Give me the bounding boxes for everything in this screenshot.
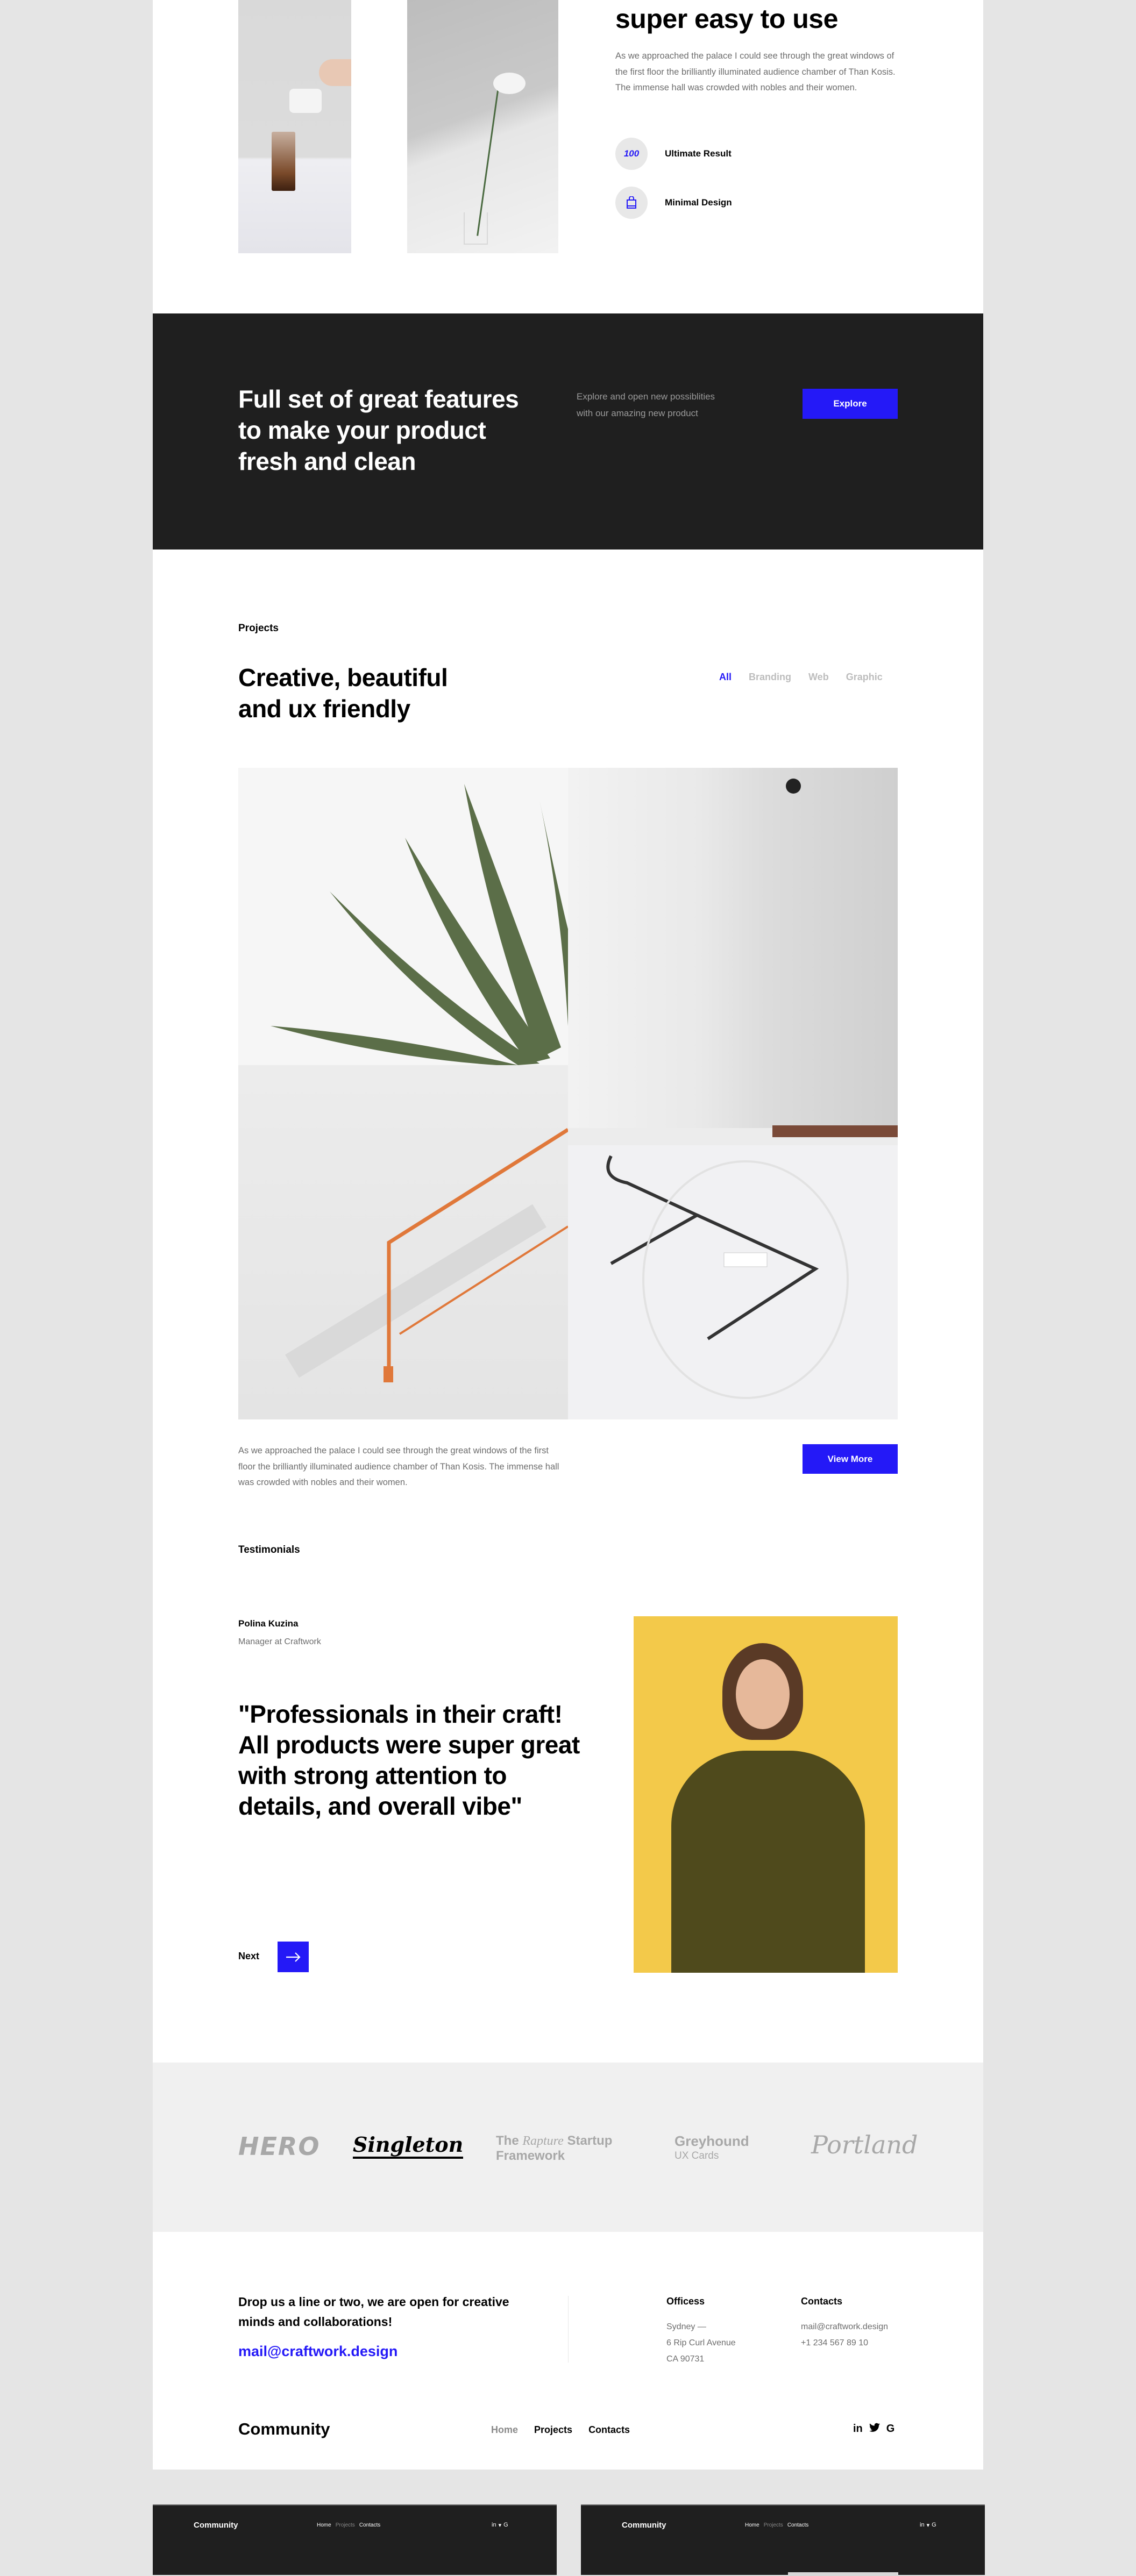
- twitter-icon[interactable]: [869, 2423, 880, 2436]
- preview-nav-home[interactable]: Home: [317, 2522, 331, 2528]
- footer-nav-projects[interactable]: Projects: [534, 2424, 572, 2436]
- preview-brand: Community: [622, 2521, 666, 2530]
- preview-input-bar: [788, 2572, 898, 2576]
- testimonial-portrait-photo: [634, 1616, 898, 1973]
- footer-nav: Home Projects Contacts: [491, 2424, 646, 2436]
- next-label: Next: [238, 1951, 260, 1961]
- project-hanger-photo[interactable]: [568, 1145, 898, 1419]
- intro-paragraph: As we approached the palace I could see …: [615, 51, 896, 92]
- contact-email-link[interactable]: mail@craftwork.design: [238, 2343, 397, 2360]
- contacts-title: Contacts: [801, 2296, 843, 2307]
- logo-rapture: The Rapture Startup Framework: [496, 2133, 613, 2163]
- twitter-icon[interactable]: ▾: [499, 2522, 502, 2529]
- projects-label: Projects: [238, 623, 279, 634]
- banner-heading-line: fresh and clean: [238, 447, 416, 475]
- banner-heading-line: to make your product: [238, 416, 486, 444]
- logo-hero: HERO: [238, 2132, 321, 2161]
- next-button[interactable]: [278, 1942, 309, 1972]
- preview-brand: Community: [194, 2521, 238, 2530]
- address-line: Sydney —: [666, 2322, 706, 2331]
- social-links: in G: [853, 2423, 894, 2436]
- offices-address: Sydney — 6 Rip Curl Avenue CA 90731: [666, 2319, 736, 2367]
- preview-nav: Home Projects Contacts: [745, 2522, 808, 2528]
- preview-nav-projects[interactable]: Projects: [764, 2522, 783, 2528]
- feature-label: Ultimate Result: [665, 148, 732, 159]
- contact-phone[interactable]: +1 234 567 89 10: [801, 2335, 888, 2351]
- preview-nav: Home Projects Contacts: [317, 2522, 380, 2528]
- linkedin-icon[interactable]: in: [853, 2423, 863, 2436]
- banner-heading: Full set of great features to make your …: [238, 383, 519, 477]
- intro-heading: super easy to use: [615, 4, 838, 34]
- project-filter-tabs: All Branding Web Graphic: [719, 672, 883, 683]
- linkedin-icon[interactable]: in: [492, 2522, 496, 2529]
- filter-tab-branding[interactable]: Branding: [749, 672, 791, 683]
- footer-nav-contacts[interactable]: Contacts: [588, 2424, 630, 2436]
- google-icon[interactable]: G: [503, 2522, 508, 2529]
- filter-tab-all[interactable]: All: [719, 672, 732, 683]
- banner-subtext-line: Explore and open new possiblities: [577, 391, 715, 402]
- projects-heading-line: and ux friendly: [238, 695, 410, 723]
- project-plant-photo[interactable]: [238, 768, 568, 1065]
- coffee-photo: [238, 0, 351, 253]
- filter-tab-graphic[interactable]: Graphic: [846, 672, 883, 683]
- hundred-points-icon: 100: [615, 138, 648, 170]
- contact-email[interactable]: mail@craftwork.design: [801, 2319, 888, 2335]
- preview-nav-contacts[interactable]: Contacts: [787, 2522, 808, 2528]
- banner-heading-line: Full set of great features: [238, 385, 519, 413]
- contact-divider: [568, 2296, 569, 2363]
- preview-social: in ▾ G: [920, 2522, 936, 2529]
- testimonials-label: Testimonials: [238, 1544, 300, 1555]
- contact-heading: Drop us a line or two, we are open for c…: [238, 2295, 509, 2329]
- logo-portland: Portland: [811, 2130, 918, 2159]
- feature-minimal-design: Minimal Design: [615, 187, 732, 219]
- google-icon[interactable]: G: [932, 2522, 936, 2529]
- arrow-right-icon: [286, 1952, 301, 1962]
- view-more-button[interactable]: View More: [803, 1444, 898, 1474]
- project-corridor-photo[interactable]: [568, 768, 898, 1145]
- banner-subtext-line: with our amazing new product: [577, 408, 698, 418]
- address-line: 6 Rip Curl Avenue: [666, 2338, 736, 2347]
- testimonial-author-role: Manager at Craftwork: [238, 1637, 321, 1646]
- preview-nav-projects[interactable]: Projects: [336, 2522, 355, 2528]
- preview-nav-home[interactable]: Home: [745, 2522, 759, 2528]
- feature-ultimate-result: 100 Ultimate Result: [615, 138, 732, 170]
- testimonial-author-name: Polina Kuzina: [238, 1618, 299, 1629]
- footer-nav-home[interactable]: Home: [491, 2424, 518, 2436]
- linkedin-icon[interactable]: in: [920, 2522, 925, 2529]
- logo-singleton: Singleton: [353, 2133, 464, 2159]
- twitter-icon[interactable]: ▾: [927, 2522, 930, 2529]
- logo-greyhound: Greyhound UX Cards: [674, 2133, 749, 2161]
- google-icon[interactable]: G: [886, 2423, 895, 2436]
- footer-preview-dark-1: Community Home Projects Contacts in ▾ G: [153, 2504, 557, 2575]
- projects-heading-line: Creative, beautiful: [238, 663, 448, 691]
- projects-description: As we approached the palace I could see …: [238, 1446, 559, 1487]
- testimonial-quote: "Professionals in their craft! All produ…: [238, 1700, 580, 1820]
- footer-preview-dark-2: Community Home Projects Contacts in ▾ G: [581, 2504, 985, 2576]
- address-line: CA 90731: [666, 2354, 705, 2364]
- offices-title: Officess: [666, 2296, 705, 2307]
- explore-button[interactable]: Explore: [803, 389, 898, 419]
- filter-tab-web[interactable]: Web: [808, 672, 829, 683]
- footer-brand[interactable]: Community: [238, 2420, 330, 2439]
- flower-photo: [407, 0, 558, 253]
- preview-nav-contacts[interactable]: Contacts: [359, 2522, 380, 2528]
- preview-social: in ▾ G: [492, 2522, 508, 2529]
- projects-heading: Creative, beautiful and ux friendly: [238, 662, 448, 724]
- project-stairs-photo[interactable]: [238, 1065, 568, 1419]
- shopping-bag-icon: [615, 187, 648, 219]
- feature-label: Minimal Design: [665, 197, 732, 208]
- contacts-details: mail@craftwork.design +1 234 567 89 10: [801, 2319, 888, 2351]
- banner-subtext: Explore and open new possiblities with o…: [577, 388, 715, 422]
